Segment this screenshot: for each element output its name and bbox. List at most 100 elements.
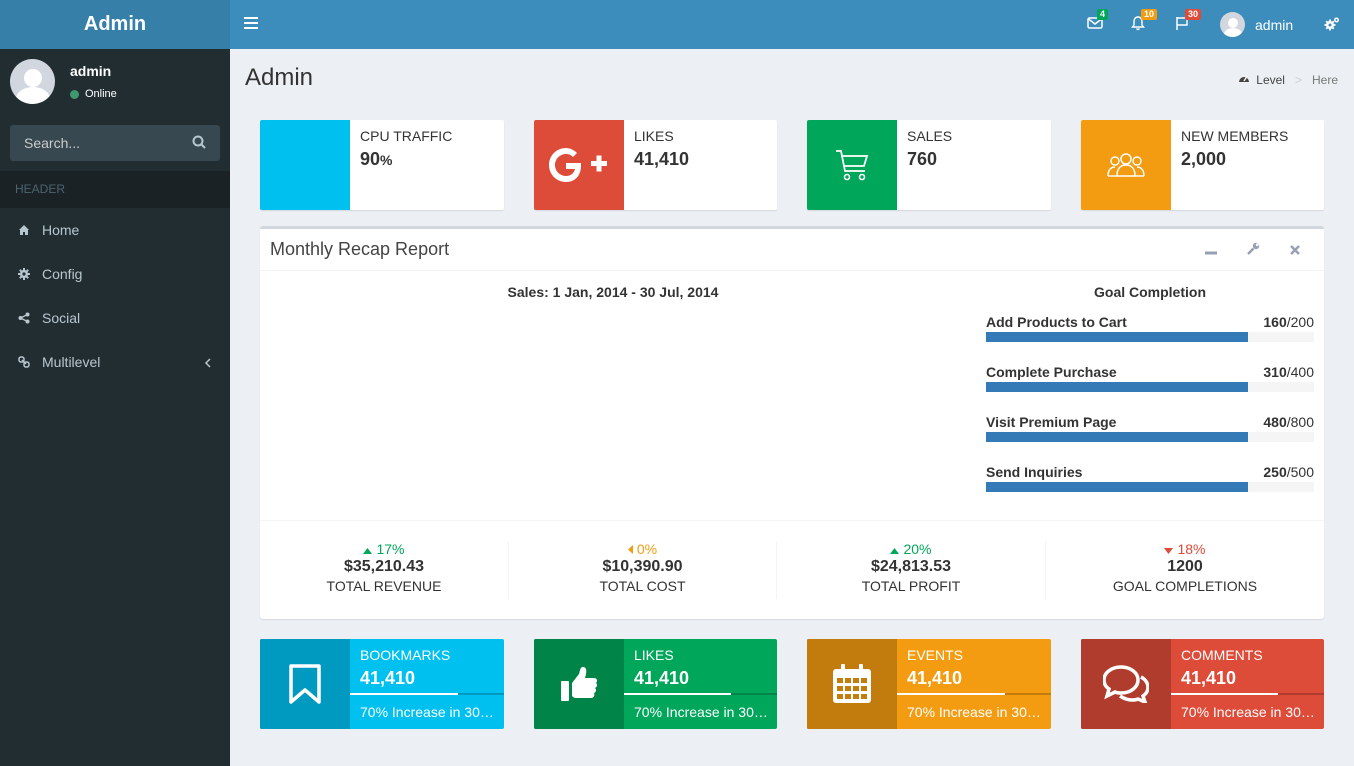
big-box-bookmarks: BOOKMARKS 41,410 70% Increase in 30 Days: [260, 639, 504, 729]
stat-value: $35,210.43: [343, 558, 425, 575]
big-box-comments: COMMENTS 41,410 70% Increase in 30 Days: [1081, 639, 1324, 729]
share-icon: [18, 312, 30, 324]
stat-total-cost: 0% $10,390.90 TOTAL COST: [509, 541, 777, 599]
big-box-progress: [350, 693, 504, 695]
goal-progress-bar: [986, 382, 1314, 392]
user-avatar: [10, 59, 55, 104]
report-footer: 17% $35,210.43 TOTAL REVENUE 0% $10,390.…: [260, 520, 1324, 619]
sidebar-toggle-icon[interactable]: [244, 17, 258, 31]
report-title: Monthly Recap Report: [270, 239, 450, 259]
tasks-badge: 30: [1185, 9, 1202, 20]
big-box-value: 41,410: [907, 668, 963, 688]
google-plus-icon: [534, 120, 624, 210]
bell-icon: [1131, 16, 1145, 34]
big-box-label: LIKES: [634, 647, 674, 663]
app-logo[interactable]: Admin: [0, 0, 230, 49]
goal-add-products: Add Products to Cart 160/200: [986, 314, 1314, 354]
gears-icon: [1324, 17, 1340, 34]
caret-up-icon: [363, 541, 373, 557]
collapse-button[interactable]: [1204, 243, 1218, 257]
big-box-progress: [1171, 693, 1324, 695]
goal-label: Send Inquiries: [986, 464, 1083, 480]
gear-icon: [260, 120, 350, 210]
info-box-label: CPU TRAFFIC: [360, 128, 453, 144]
stat-label: TOTAL REVENUE: [326, 578, 442, 594]
user-name: admin: [70, 63, 112, 79]
goal-label: Add Products to Cart: [986, 314, 1127, 330]
gear-icon: [18, 268, 30, 280]
dashboard-icon: [18, 224, 30, 236]
sidebar-search: [10, 125, 220, 161]
stat-percentage: 20%: [777, 541, 1045, 557]
goal-send-inquiries: Send Inquiries 250/500: [986, 464, 1314, 504]
big-box-label: COMMENTS: [1181, 647, 1263, 663]
link-icon: [18, 356, 30, 368]
stat-percentage: 17%: [260, 541, 508, 557]
comments-icon: [1081, 639, 1171, 729]
big-box-description: 70% Increase in 30 Days: [1181, 704, 1315, 720]
goal-value: 480/800: [1263, 414, 1314, 430]
stat-total-revenue: 17% $35,210.43 TOTAL REVENUE: [260, 541, 509, 599]
goal-label: Complete Purchase: [986, 364, 1117, 380]
goal-visit-premium: Visit Premium Page 480/800: [986, 414, 1314, 454]
messages-button[interactable]: 4: [1087, 9, 1109, 34]
sidebar-item-social[interactable]: Social: [0, 296, 230, 340]
shopping-cart-icon: [807, 120, 897, 210]
stat-value: $24,813.53: [870, 558, 952, 575]
big-box-description: 70% Increase in 30 Days: [360, 704, 494, 720]
sidebar-item-home[interactable]: Home: [0, 208, 230, 252]
bookmark-icon: [260, 639, 350, 729]
goal-progress-bar: [986, 432, 1314, 442]
caret-down-icon: [1164, 541, 1174, 557]
dashboard-icon: [1238, 73, 1250, 87]
tasks-button[interactable]: 30: [1175, 9, 1202, 34]
sidebar-item-label: Social: [42, 310, 81, 326]
info-box-label: LIKES: [634, 128, 674, 144]
page-title: Admin: [245, 64, 314, 91]
close-icon: [1290, 242, 1300, 258]
stat-total-profit: 20% $24,813.53 TOTAL PROFIT: [777, 541, 1046, 599]
sidebar: Admin admin Online HEADER Home Config: [0, 0, 230, 766]
breadcrumb-level[interactable]: Level: [1256, 73, 1285, 87]
big-box-description: 70% Increase in 30 Days: [634, 704, 768, 720]
stat-label: GOAL COMPLETIONS: [1112, 578, 1258, 594]
chevron-left-icon: [204, 355, 212, 371]
user-avatar: [1220, 12, 1245, 37]
big-box-value: 41,410: [360, 668, 416, 688]
info-box-value: 90%: [360, 149, 393, 169]
goal-label: Visit Premium Page: [986, 414, 1117, 430]
user-menu[interactable]: admin: [1220, 12, 1293, 37]
sales-chart-title: Sales: 1 Jan, 2014 - 30 Jul, 2014: [507, 284, 719, 300]
stat-label: TOTAL PROFIT: [861, 578, 961, 594]
goal-progress-bar: [986, 332, 1314, 342]
report-header: Monthly Recap Report: [260, 229, 1324, 271]
user-panel: admin Online: [0, 49, 230, 115]
remove-button[interactable]: [1288, 243, 1302, 257]
sidebar-header: HEADER: [0, 171, 230, 208]
big-box-label: BOOKMARKS: [360, 647, 451, 663]
stat-value: $10,390.90: [602, 558, 683, 575]
notifications-button[interactable]: 10: [1131, 9, 1158, 34]
info-box-value: 2,000: [1181, 149, 1227, 169]
info-box-label: SALES: [907, 128, 953, 144]
control-sidebar-button[interactable]: [1324, 16, 1342, 34]
settings-button[interactable]: [1246, 242, 1260, 258]
goal-value: 310/400: [1263, 364, 1314, 380]
big-box-label: EVENTS: [907, 647, 964, 663]
goal-complete-purchase: Complete Purchase 310/400: [986, 364, 1314, 404]
info-box-value: 41,410: [634, 149, 690, 169]
calendar-icon: [807, 639, 897, 729]
monthly-recap-report: Monthly Recap Report Sales: 1 Jan, 2014 …: [260, 226, 1324, 619]
sidebar-item-label: Config: [42, 266, 83, 282]
big-box-progress: [897, 693, 1051, 695]
sidebar-item-multilevel[interactable]: Multilevel: [0, 340, 230, 384]
search-input[interactable]: [10, 125, 180, 161]
sidebar-item-config[interactable]: Config: [0, 252, 230, 296]
info-box-new-members: NEW MEMBERS 2,000: [1081, 120, 1324, 210]
search-icon[interactable]: [192, 135, 208, 151]
sidebar-item-label: Home: [42, 222, 80, 238]
user-status-label: Online: [85, 88, 117, 100]
online-dot-icon: [70, 89, 79, 99]
user-status[interactable]: Online: [70, 88, 117, 100]
wrench-icon: [1246, 242, 1260, 258]
